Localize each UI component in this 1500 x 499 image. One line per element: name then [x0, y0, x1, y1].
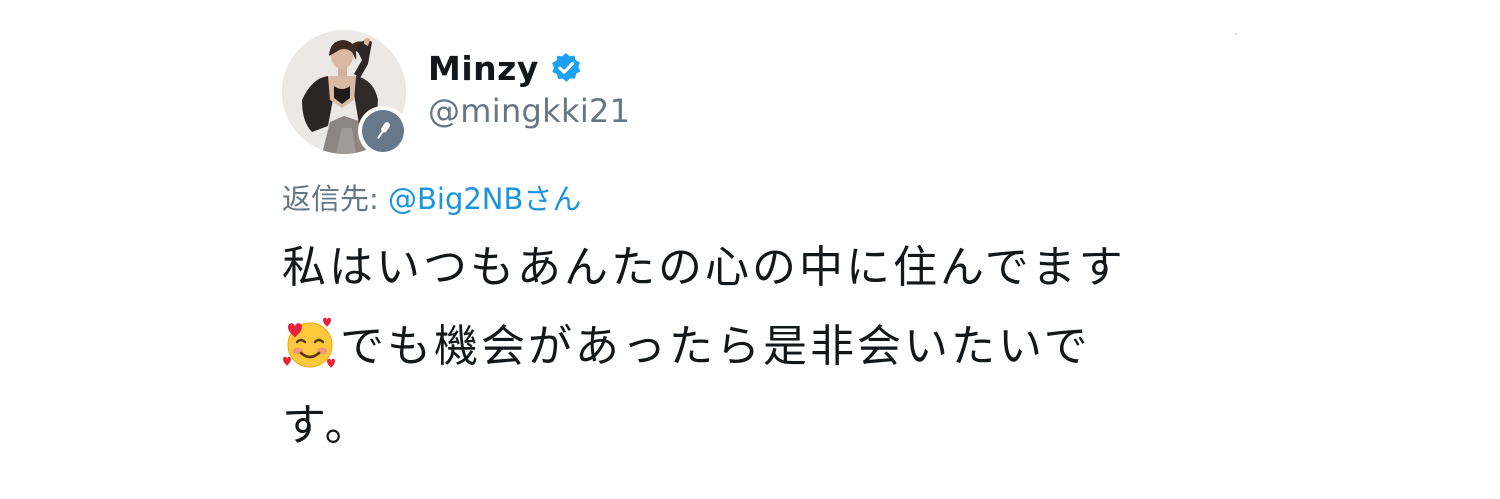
- verified-badge-icon: [549, 51, 583, 85]
- avatar-container[interactable]: [282, 30, 408, 156]
- display-name[interactable]: Minzy: [428, 49, 539, 88]
- reply-target-link[interactable]: @Big2NBさん: [388, 182, 581, 216]
- avatar-badge: [358, 106, 408, 156]
- reply-context: 返信先: @Big2NBさん: [282, 176, 581, 218]
- smiling-face-with-hearts-emoji: [282, 315, 338, 371]
- tweet-line-2-text: でも機会があったら是非会いたいで: [340, 321, 1091, 372]
- reply-prefix: 返信先:: [282, 182, 388, 216]
- microphone-icon: [377, 122, 391, 139]
- tweet-card: Minzy @mingkki21 返信先: @Big2NBさん 私はいつもあんた…: [282, 30, 1242, 490]
- name-row: Minzy: [428, 46, 583, 90]
- user-handle[interactable]: @mingkki21: [428, 92, 630, 130]
- microphone-badge: [362, 110, 404, 152]
- corner-dot: [1235, 33, 1237, 35]
- tweet-line-3: す。: [282, 400, 372, 451]
- tweet-line-1: 私はいつもあんたの心の中に住んでます: [282, 242, 1126, 293]
- tweet-line-2: でも機会があったら是非会いたいで: [282, 307, 1212, 386]
- tweet-text: 私はいつもあんたの心の中に住んでます でも機会があったら是非会いたいで す。: [282, 228, 1212, 465]
